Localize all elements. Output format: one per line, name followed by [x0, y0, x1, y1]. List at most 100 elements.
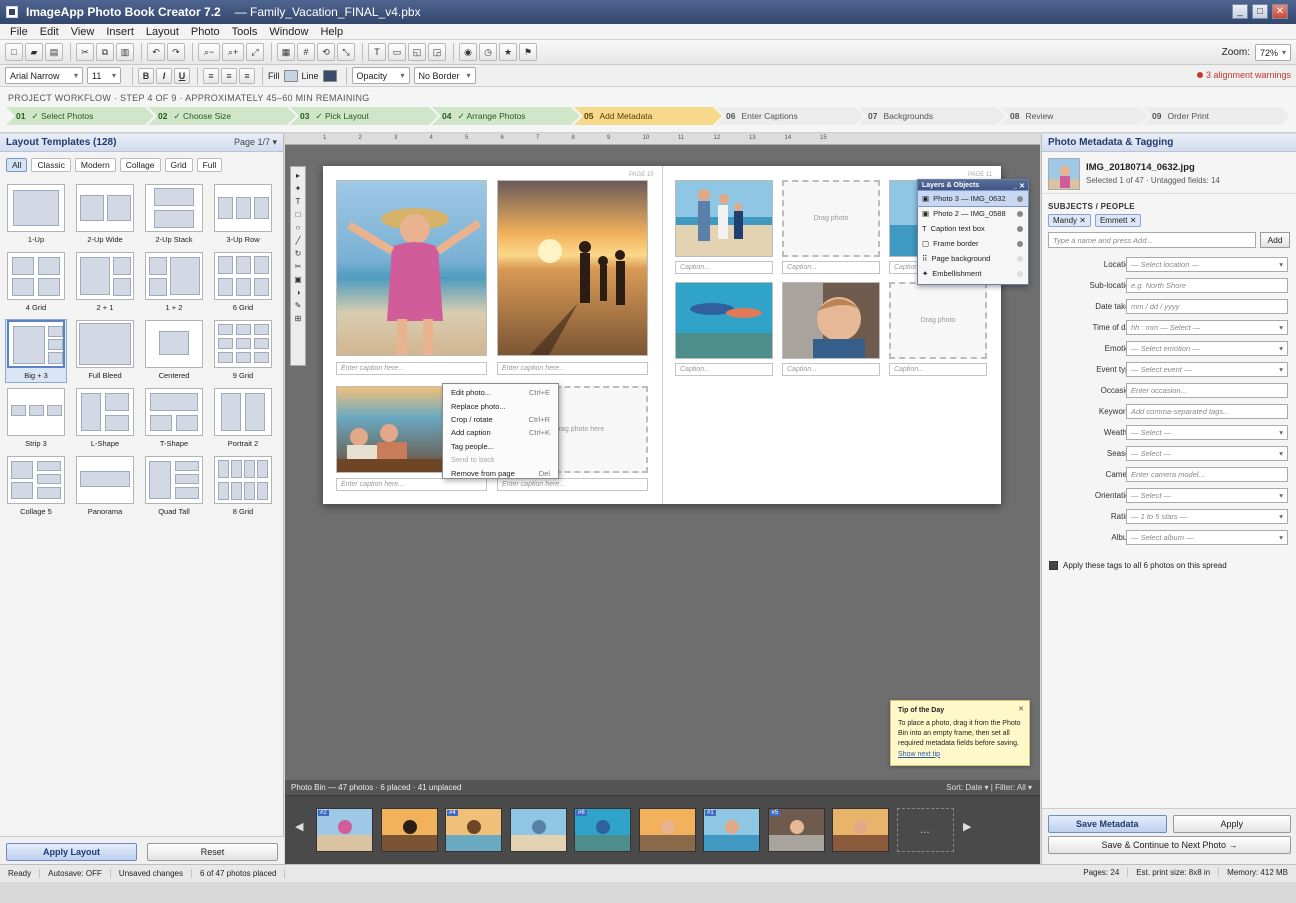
template-6-grid[interactable]: 6 Grid [213, 252, 273, 314]
layer-row[interactable]: ✦ Embellishment [918, 266, 1028, 281]
layer-row[interactable]: ▢ Frame border [918, 236, 1028, 251]
template-portrait-2[interactable]: Portrait 2 [213, 388, 273, 450]
caption-field[interactable]: Caption... [675, 363, 773, 376]
fill-color-swatch[interactable] [283, 69, 298, 82]
menu-tools[interactable]: Tools [226, 26, 264, 38]
rectangle-icon[interactable]: □ [296, 210, 301, 219]
filter-full[interactable]: Full [196, 158, 223, 172]
caption-field[interactable]: Caption... [675, 261, 773, 274]
template-strip-3[interactable]: Strip 3 [6, 388, 66, 450]
menu-help[interactable]: Help [314, 26, 349, 38]
image-icon[interactable]: ▣ [294, 275, 302, 284]
align-center-icon[interactable]: ≡ [221, 67, 237, 84]
checkbox-icon[interactable] [1049, 561, 1058, 570]
menu-file[interactable]: File [4, 26, 34, 38]
filter-classic[interactable]: Classic [31, 158, 71, 172]
caption-field[interactable]: Enter caption here... [497, 362, 648, 375]
timer-icon[interactable]: ◷ [479, 43, 497, 61]
layer-row[interactable]: ▣ Photo 2 — IMG_0588 [918, 206, 1028, 221]
context-menu-item[interactable]: Edit photo... Ctrl+E [443, 386, 558, 399]
menu-layout[interactable]: Layout [140, 26, 185, 38]
align-left-icon[interactable]: ≡ [203, 67, 219, 84]
next-tip-link[interactable]: Show next tip [898, 751, 940, 758]
fit-icon[interactable]: ⤢ [246, 43, 264, 61]
template-2-up-stack[interactable]: 2-Up Stack [144, 184, 204, 246]
reset-button[interactable]: Reset [147, 843, 278, 861]
caption-field[interactable]: Caption... [889, 363, 987, 376]
keywords-input[interactable]: Add comma-separated tags... [1126, 404, 1288, 419]
flip-icon[interactable]: ⤡ [337, 43, 355, 61]
more-photos[interactable]: ... [896, 808, 954, 852]
location-select[interactable]: — Select location — [1126, 257, 1288, 272]
zoom-select[interactable]: 72% [1255, 44, 1291, 61]
frame-icon[interactable]: ▦ [277, 43, 295, 61]
workflow-step-08[interactable]: 08 Review [1000, 107, 1148, 125]
paste-icon[interactable]: ▥ [116, 43, 134, 61]
photo-boy-car[interactable] [782, 282, 880, 359]
bring-front-icon[interactable]: ◱ [408, 43, 426, 61]
grid-icon[interactable]: # [297, 43, 315, 61]
menu-window[interactable]: Window [263, 26, 314, 38]
person-tag[interactable]: Emmett ✕ [1094, 214, 1142, 227]
redo-icon[interactable]: ↷ [167, 43, 185, 61]
season-select[interactable]: — Select — [1126, 446, 1288, 461]
close-window-button[interactable]: ✕ [1272, 4, 1288, 19]
template-l-shape[interactable]: L-Shape [75, 388, 135, 450]
maximize-button[interactable]: □ [1252, 4, 1268, 19]
layer-row[interactable]: ▣ Photo 3 — IMG_0632 [917, 190, 1029, 207]
undo-icon[interactable]: ↶ [147, 43, 165, 61]
caption-field[interactable]: Enter caption here... [336, 478, 487, 491]
template-collage-5[interactable]: Collage 5 [6, 456, 66, 518]
save-icon[interactable]: ▤ [45, 43, 63, 61]
cut-icon[interactable]: ✂ [76, 43, 94, 61]
photo-snorkeling[interactable] [675, 282, 773, 359]
empty-photo-frame[interactable]: Drag photo [889, 282, 987, 359]
album-select[interactable]: — Select album — [1126, 530, 1288, 545]
workflow-step-04[interactable]: 04 ✓ Arrange Photos [432, 107, 580, 125]
date-taken-input[interactable]: mm / dd / yyyy [1126, 299, 1288, 314]
apply-button[interactable]: Apply [1172, 815, 1291, 833]
ellipse-icon[interactable]: ○ [296, 223, 301, 232]
save-continue-button[interactable]: Save & Continue to Next Photo → [1048, 836, 1291, 854]
effects-icon[interactable]: ◉ [459, 43, 477, 61]
grid-tool-icon[interactable]: ⊞ [295, 314, 302, 323]
photobin-thumbnail[interactable] [832, 808, 889, 852]
font-family-select[interactable]: Arial Narrow [5, 67, 83, 84]
context-menu-item[interactable]: Remove from page Del [443, 466, 558, 479]
caption-field[interactable]: Enter caption here... [497, 478, 648, 491]
pen-icon[interactable]: ✎ [295, 301, 302, 310]
menu-edit[interactable]: Edit [34, 26, 65, 38]
event-type-select[interactable]: — Select event — [1126, 362, 1288, 377]
visibility-icon[interactable] [1017, 210, 1023, 217]
template-t-shape[interactable]: T-Shape [144, 388, 204, 450]
layer-row[interactable]: ⠿ Page background [918, 251, 1028, 266]
caption-field[interactable]: Caption... [782, 363, 880, 376]
template-3-up-row[interactable]: 3-Up Row [213, 184, 273, 246]
textbox-icon[interactable]: ▭ [388, 43, 406, 61]
pointer-icon[interactable]: ▸ [296, 171, 300, 180]
rotate-icon[interactable]: ⟲ [317, 43, 335, 61]
workflow-step-09[interactable]: 09 Order Print [1142, 107, 1290, 125]
photo-family-pose[interactable] [675, 180, 773, 257]
contrast-icon[interactable]: ◑ [296, 288, 301, 297]
orientation-select[interactable]: — Select — [1126, 488, 1288, 503]
caption-field[interactable]: Enter caption here... [336, 362, 487, 375]
scroll-left-icon[interactable]: ◀ [295, 820, 303, 833]
occasion-input[interactable]: Enter occasion... [1126, 383, 1288, 398]
font-size-select[interactable]: 11 [87, 67, 121, 84]
send-back-icon[interactable]: ◲ [428, 43, 446, 61]
photobin-thumbnail[interactable] [380, 808, 438, 852]
page-selector[interactable]: Page 1/7 ▾ [234, 137, 277, 148]
line-color-swatch[interactable] [322, 69, 337, 82]
photobin-thumbnail[interactable] [509, 808, 567, 852]
photo-girl-beach[interactable] [336, 180, 487, 356]
filter-grid[interactable]: Grid [164, 158, 193, 172]
visibility-icon[interactable] [1017, 255, 1023, 262]
opacity-select[interactable]: Opacity [351, 67, 410, 84]
add-person-input[interactable]: Type a name and press Add... [1048, 232, 1256, 248]
line-icon[interactable]: ╱ [296, 236, 301, 245]
tip-close-icon[interactable]: ✕ [1018, 705, 1024, 715]
context-menu-item[interactable]: Replace photo... [443, 399, 558, 412]
photobin-thumbnail[interactable]: #6 [574, 808, 631, 852]
italic-button[interactable]: I [156, 67, 172, 84]
